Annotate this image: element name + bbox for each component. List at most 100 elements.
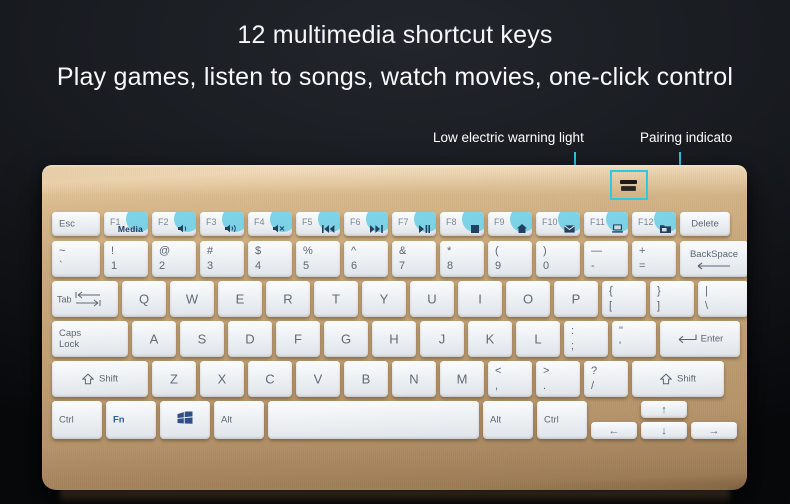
key-enter[interactable]: Enter xyxy=(660,321,740,357)
key-n[interactable]: N xyxy=(392,361,436,397)
key-a[interactable]: A xyxy=(132,321,176,357)
key-arrow-left[interactable]: ← xyxy=(591,422,637,439)
key-v[interactable]: V xyxy=(296,361,340,397)
key-esc-label: Esc xyxy=(59,218,75,230)
key-semicolon[interactable]: : ; xyxy=(564,321,608,357)
key-8[interactable]: * 8 xyxy=(440,241,484,277)
key-ctrl-right[interactable]: Ctrl xyxy=(537,401,587,439)
key-backslash-base-label: \ xyxy=(705,300,709,312)
key-arrow-down[interactable]: ↓ xyxy=(641,422,687,439)
key-backspace[interactable]: BackSpace xyxy=(680,241,747,277)
key-s[interactable]: S xyxy=(180,321,224,357)
key-alt-right[interactable]: Alt xyxy=(483,401,533,439)
key-period[interactable]: > . xyxy=(536,361,580,397)
key-bracket-left[interactable]: { [ xyxy=(602,281,646,317)
key-b[interactable]: B xyxy=(344,361,388,397)
key-windows[interactable] xyxy=(160,401,210,439)
key-2-base-label: 2 xyxy=(159,260,166,272)
key-backspace-content: BackSpace xyxy=(680,248,747,270)
key-e-label: E xyxy=(235,291,245,307)
key-arrow-right[interactable]: → xyxy=(691,422,737,439)
key-4[interactable]: $ 4 xyxy=(248,241,292,277)
key-f6[interactable]: F6 xyxy=(344,212,388,236)
key-1[interactable]: ! 1 xyxy=(104,241,148,277)
key-u[interactable]: U xyxy=(410,281,454,317)
key-f10[interactable]: F10 xyxy=(536,212,580,236)
key-y[interactable]: Y xyxy=(362,281,406,317)
key-f2[interactable]: F2 xyxy=(152,212,196,236)
key-f[interactable]: F xyxy=(276,321,320,357)
key-5[interactable]: % 5 xyxy=(296,241,340,277)
key-2[interactable]: @ 2 xyxy=(152,241,196,277)
key-f12[interactable]: F12 xyxy=(632,212,676,236)
key-i[interactable]: I xyxy=(458,281,502,317)
arrow-up-icon: ↑ xyxy=(661,403,667,416)
key-k-label: K xyxy=(485,331,495,347)
key-t[interactable]: T xyxy=(314,281,358,317)
key-spacebar[interactable] xyxy=(268,401,479,439)
key-f8[interactable]: F8 xyxy=(440,212,484,236)
key-z[interactable]: Z xyxy=(152,361,196,397)
key-delete[interactable]: Delete xyxy=(680,212,730,236)
key-equals[interactable]: + = xyxy=(632,241,676,277)
key-row-shift: Shift Z X C V B N M < , > . ? / Shift xyxy=(52,361,737,397)
key-f7[interactable]: F7 xyxy=(392,212,436,236)
key-minus[interactable]: — - xyxy=(584,241,628,277)
shift-arrow-icon xyxy=(81,373,94,385)
key-0[interactable]: ) 0 xyxy=(536,241,580,277)
key-3[interactable]: # 3 xyxy=(200,241,244,277)
key-ctrl-left[interactable]: Ctrl xyxy=(52,401,102,439)
key-7[interactable]: & 7 xyxy=(392,241,436,277)
key-row-function: Esc F1 Media F2 F3 F4 F5 F6 F7 F8 F9 F10… xyxy=(52,212,737,236)
key-m[interactable]: M xyxy=(440,361,484,397)
key-e[interactable]: E xyxy=(218,281,262,317)
key-d-label: D xyxy=(245,331,255,347)
key-8-shift-label: * xyxy=(447,245,452,257)
key-comma[interactable]: < , xyxy=(488,361,532,397)
key-quote[interactable]: " ' xyxy=(612,321,656,357)
key-arrow-up[interactable]: ↑ xyxy=(641,401,687,418)
key-o[interactable]: O xyxy=(506,281,550,317)
key-backtick[interactable]: ~ ` xyxy=(52,241,100,277)
key-bracket-right[interactable]: } ] xyxy=(650,281,694,317)
key-w[interactable]: W xyxy=(170,281,214,317)
key-caps-lock[interactable]: Caps Lock xyxy=(52,321,128,357)
low-battery-led-icon xyxy=(620,180,637,184)
mute-icon xyxy=(273,224,287,233)
key-shift-left[interactable]: Shift xyxy=(52,361,148,397)
key-f5[interactable]: F5 xyxy=(296,212,340,236)
key-d[interactable]: D xyxy=(228,321,272,357)
media-label-icon: Media xyxy=(117,223,143,234)
key-k[interactable]: K xyxy=(468,321,512,357)
key-r[interactable]: R xyxy=(266,281,310,317)
key-f9[interactable]: F9 xyxy=(488,212,532,236)
key-slash[interactable]: ? / xyxy=(584,361,628,397)
key-f11[interactable]: F11 xyxy=(584,212,628,236)
key-tab[interactable]: Tab xyxy=(52,281,118,317)
key-j[interactable]: J xyxy=(420,321,464,357)
key-q[interactable]: Q xyxy=(122,281,166,317)
key-f1[interactable]: F1 Media xyxy=(104,212,148,236)
key-h[interactable]: H xyxy=(372,321,416,357)
key-backtick-base-label: ` xyxy=(59,260,63,272)
key-equals-base-label: = xyxy=(639,260,646,272)
key-c[interactable]: C xyxy=(248,361,292,397)
key-x[interactable]: X xyxy=(200,361,244,397)
key-enter-content: Enter xyxy=(660,334,740,345)
key-esc[interactable]: Esc xyxy=(52,212,100,236)
key-p[interactable]: P xyxy=(554,281,598,317)
key-a-label: A xyxy=(149,331,159,347)
key-9[interactable]: ( 9 xyxy=(488,241,532,277)
key-6[interactable]: ^ 6 xyxy=(344,241,388,277)
key-f4[interactable]: F4 xyxy=(248,212,292,236)
key-shift-right[interactable]: Shift xyxy=(632,361,724,397)
key-alt-left[interactable]: Alt xyxy=(214,401,264,439)
key-r-label: R xyxy=(283,291,293,307)
key-g[interactable]: G xyxy=(324,321,368,357)
key-l[interactable]: L xyxy=(516,321,560,357)
key-fn[interactable]: Fn xyxy=(106,401,156,439)
key-f3[interactable]: F3 xyxy=(200,212,244,236)
key-backslash[interactable]: | \ xyxy=(698,281,747,317)
volume-down-icon xyxy=(178,224,191,233)
key-f10-label: F10 xyxy=(542,217,558,227)
